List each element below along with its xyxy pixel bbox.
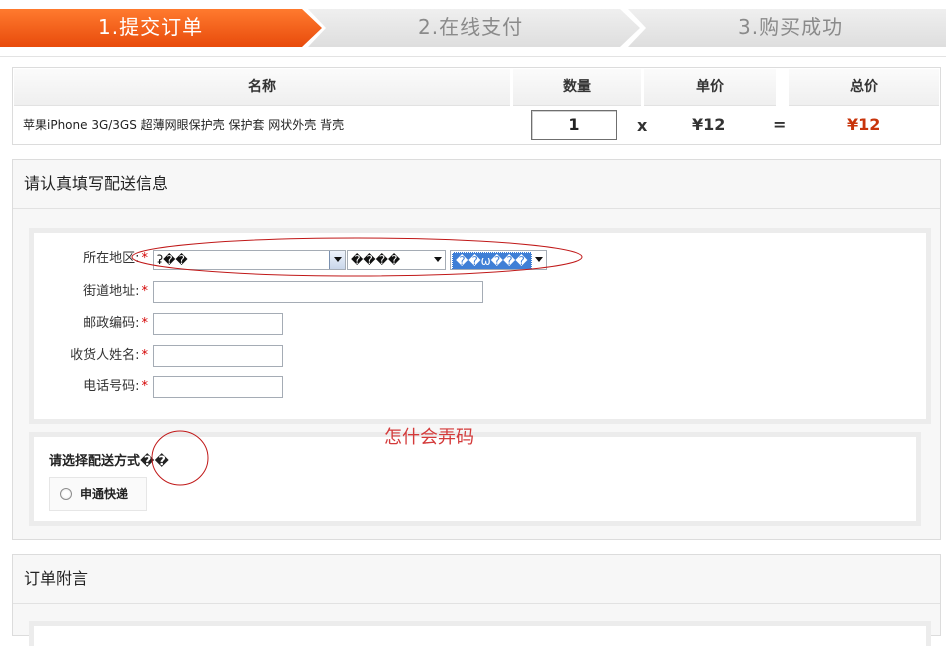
radio-button-icon[interactable] <box>60 488 72 500</box>
quantity-input[interactable]: 1 <box>531 110 617 140</box>
order-remark-title: 订单附言 <box>24 569 89 588</box>
shipping-option-label: 申通快递 <box>80 487 129 501</box>
divider <box>0 56 946 57</box>
column-header-total-price: 总价 <box>789 69 939 106</box>
annotation-circle-shipping <box>151 430 209 486</box>
annotation-ellipse-region <box>131 237 583 277</box>
receiver-name-input[interactable] <box>153 345 283 367</box>
phone-label-text: 电话号码: <box>83 379 140 394</box>
zip-input[interactable] <box>153 313 283 335</box>
required-mark: * <box>141 316 149 331</box>
zip-label-text: 邮政编码: <box>83 316 140 331</box>
order-remark-panel: 订单附言 <box>12 554 941 646</box>
receiver-label-text: 收货人姓名: <box>70 348 140 363</box>
required-mark: * <box>141 348 149 363</box>
step-1-label: 1.提交订单 <box>98 15 204 39</box>
equals-sign: = <box>773 115 787 134</box>
column-header-name: 名称 <box>14 69 510 106</box>
phone-input[interactable] <box>153 376 283 398</box>
delivery-panel-header: 请认真填写配送信息 <box>13 160 940 209</box>
order-table: 名称 数量 单价 总价 苹果iPhone 3G/3GS 超薄网眼保护壳 保护套 … <box>12 67 941 145</box>
table-row: 苹果iPhone 3G/3GS 超薄网眼保护壳 保护套 网状外壳 背壳 1 x … <box>13 106 940 144</box>
shipping-option[interactable]: 申通快递 <box>49 477 147 511</box>
receiver-label: 收货人姓名: * <box>28 345 148 367</box>
product-name: 苹果iPhone 3G/3GS 超薄网眼保护壳 保护套 网状外壳 背壳 <box>23 118 345 132</box>
street-label: 街道地址: * <box>28 281 148 303</box>
checkout-steps: 1.提交订单 2.在线支付 3.购买成功 <box>0 0 946 58</box>
order-remark-header: 订单附言 <box>13 555 940 604</box>
annotation-text: 怎什会弄码 <box>384 427 474 448</box>
zip-label: 邮政编码: * <box>28 313 148 335</box>
required-mark: * <box>141 379 149 394</box>
multiply-sign: x <box>637 116 648 135</box>
phone-label: 电话号码: * <box>28 376 148 398</box>
step-2-label: 2.在线支付 <box>418 15 524 39</box>
order-remark-box[interactable] <box>29 621 931 646</box>
step-3-label: 3.购买成功 <box>738 15 844 39</box>
unit-price: ¥12 <box>692 115 726 134</box>
required-mark: * <box>141 284 149 299</box>
street-label-text: 街道地址: <box>83 284 140 299</box>
street-input[interactable] <box>153 281 483 303</box>
column-header-unit-price: 单价 <box>644 69 776 106</box>
delivery-title: 请认真填写配送信息 <box>24 174 169 193</box>
column-header-quantity: 数量 <box>513 69 641 106</box>
total-price: ¥12 <box>847 115 881 134</box>
